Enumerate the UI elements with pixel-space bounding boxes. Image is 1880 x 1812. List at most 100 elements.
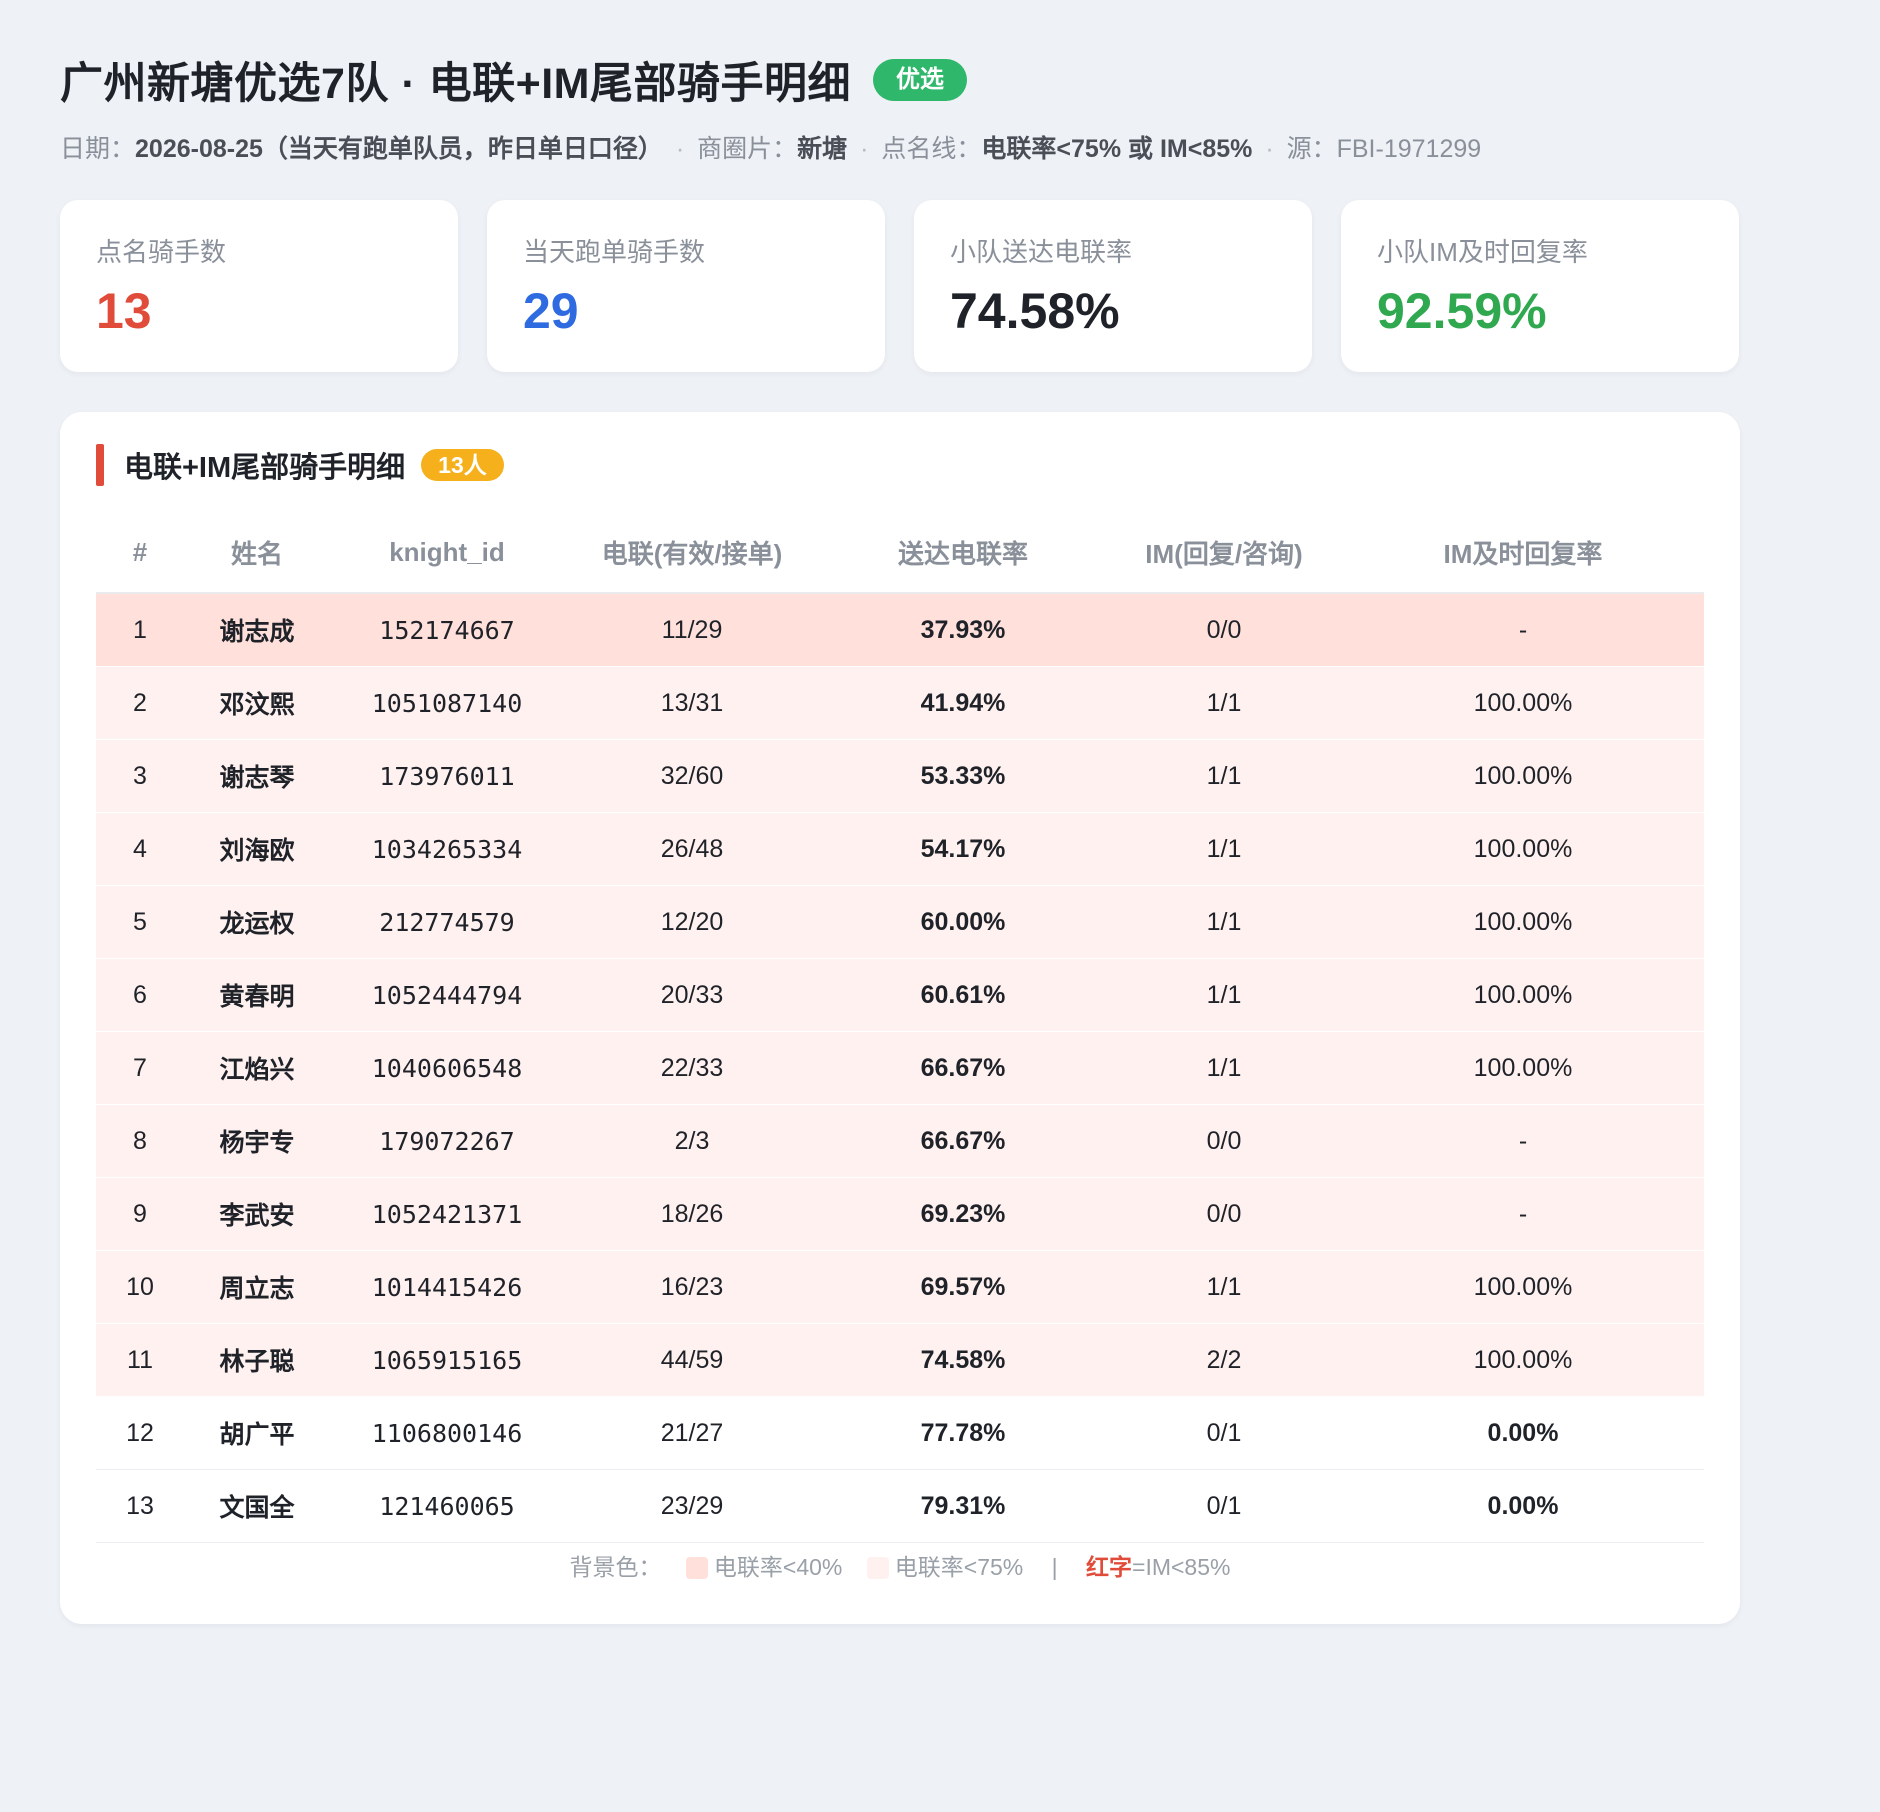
table-row: 2 邓汶熙 1051087140 13/31 41.94% 1/1 100.00% <box>96 666 1704 740</box>
threshold-value: 电联率<75% 或 IM<85% <box>981 135 1253 163</box>
cell-call-rate: 60.00% <box>820 885 1106 959</box>
kpi-label: 点名骑手数 <box>96 237 227 267</box>
cell-call-rate: 74.58% <box>820 1323 1106 1397</box>
cell-knight-id: 1052444794 <box>330 958 564 1032</box>
threshold-label: 点名线： <box>881 135 982 163</box>
cell-knight-id: 1040606548 <box>330 1031 564 1105</box>
kpi-card-called-riders: 点名骑手数 13 <box>60 200 458 372</box>
meta-separator: · <box>1265 135 1274 163</box>
source-label: 源： <box>1286 135 1337 163</box>
cell-calls: 18/26 <box>564 1177 820 1251</box>
report-meta-line: 日期：2026-08-25（当天有跑单队员，昨日单日口径） · 商圈片：新塘 ·… <box>60 132 1740 166</box>
cell-im-rate: 100.00% <box>1342 739 1704 813</box>
count-badge: 13人 <box>421 449 504 481</box>
accent-bar <box>96 444 104 486</box>
kpi-value: 13 <box>96 283 152 339</box>
cell-name: 刘海欧 <box>184 812 330 886</box>
legend-red-rule: =IM<85% <box>1132 1554 1231 1580</box>
cell-calls: 12/20 <box>564 885 820 959</box>
col-header-im: IM(回复/咨询) <box>1106 512 1342 594</box>
cell-calls: 11/29 <box>564 593 820 667</box>
table-row: 9 李武安 1052421371 18/26 69.23% 0/0- <box>96 1177 1704 1251</box>
cell-calls: 2/3 <box>564 1104 820 1178</box>
cell-calls: 20/33 <box>564 958 820 1032</box>
kpi-cards: 点名骑手数 13 当天跑单骑手数 29 小队送达电联率 74.58% 小队IM及… <box>60 200 1740 374</box>
cell-name: 黄春明 <box>184 958 330 1032</box>
cell-knight-id: 1051087140 <box>330 666 564 740</box>
cell-knight-id: 152174667 <box>330 593 564 667</box>
table-row: 11 林子聪 1065915165 44/59 74.58% 2/2 100.00% <box>96 1323 1704 1397</box>
table-row: 10 周立志 1014415426 16/23 69.57% 1/1 100.00% <box>96 1250 1704 1324</box>
cell-calls: 21/27 <box>564 1396 820 1470</box>
kpi-card-im-rate: 小队IM及时回复率 92.59% <box>1341 200 1739 372</box>
cell-im-rate: 100.00% <box>1342 1323 1704 1397</box>
cell-index: 6 <box>96 958 184 1032</box>
table-row: 3 谢志琴 173976011 32/60 53.33% 1/1 100.00% <box>96 739 1704 813</box>
cell-index: 12 <box>96 1396 184 1470</box>
cell-im: 0/0 <box>1106 1177 1342 1251</box>
meta-separator: · <box>675 135 685 163</box>
cell-knight-id: 1052421371 <box>330 1177 564 1251</box>
cell-call-rate: 37.93% <box>820 593 1106 667</box>
cell-index: 3 <box>96 739 184 813</box>
cell-knight-id: 121460065 <box>330 1469 564 1543</box>
cell-call-rate: 53.33% <box>820 739 1106 813</box>
col-header-call-rate: 送达电联率 <box>820 512 1106 594</box>
table-row: 6 黄春明 1052444794 20/33 60.61% 1/1 100.00% <box>96 958 1704 1032</box>
kpi-value: 74.58% <box>950 283 1120 339</box>
rider-table: # 姓名 knight_id 电联(有效/接单) 送达电联率 IM(回复/咨询)… <box>96 512 1704 1543</box>
cell-im-rate: 100.00% <box>1342 958 1704 1032</box>
cell-im: 2/2 <box>1106 1323 1342 1397</box>
legend-swatch-severe <box>685 1557 708 1579</box>
col-header-knight-id: knight_id <box>330 512 564 594</box>
panel-title: 电联+IM尾部骑手明细 <box>124 452 406 484</box>
cell-index: 10 <box>96 1250 184 1324</box>
cell-calls: 22/33 <box>564 1031 820 1105</box>
cell-calls: 26/48 <box>564 812 820 886</box>
date-value: 2026-08-25（当天有跑单队员，昨日单日口径） <box>135 135 663 163</box>
cell-name: 文国全 <box>184 1469 330 1543</box>
table-row: 1 谢志成 152174667 11/29 37.93% 0/0- <box>96 593 1704 667</box>
cell-call-rate: 69.57% <box>820 1250 1106 1324</box>
cell-calls: 23/29 <box>564 1469 820 1543</box>
cell-knight-id: 212774579 <box>330 885 564 959</box>
cell-im-rate: 100.00% <box>1342 885 1704 959</box>
table-row: 4 刘海欧 1034265334 26/48 54.17% 1/1 100.00% <box>96 812 1704 886</box>
panel-header: 电联+IM尾部骑手明细 13人 <box>96 444 504 486</box>
cell-knight-id: 1014415426 <box>330 1250 564 1324</box>
cell-im-rate: - <box>1342 593 1704 667</box>
cell-im: 0/1 <box>1106 1469 1342 1543</box>
cell-calls: 32/60 <box>564 739 820 813</box>
cell-knight-id: 1106800146 <box>330 1396 564 1470</box>
cell-knight-id: 1065915165 <box>330 1323 564 1397</box>
cell-call-rate: 77.78% <box>820 1396 1106 1470</box>
cell-im: 0/1 <box>1106 1396 1342 1470</box>
legend-prefix: 背景色： <box>569 1554 662 1580</box>
cell-index: 13 <box>96 1469 184 1543</box>
area-value: 新塘 <box>797 135 848 163</box>
cell-knight-id: 173976011 <box>330 739 564 813</box>
cell-name: 周立志 <box>184 1250 330 1324</box>
kpi-card-active-riders: 当天跑单骑手数 29 <box>487 200 885 372</box>
table-header-row: # 姓名 knight_id 电联(有效/接单) 送达电联率 IM(回复/咨询)… <box>96 512 1704 594</box>
meta-separator: · <box>860 135 869 163</box>
cell-im-rate: 100.00% <box>1342 666 1704 740</box>
cell-im: 1/1 <box>1106 1250 1342 1324</box>
source-value: FBI-1971299 <box>1336 135 1482 163</box>
cell-im: 1/1 <box>1106 958 1342 1032</box>
legend-separator: | <box>1051 1554 1058 1580</box>
cell-im: 1/1 <box>1106 812 1342 886</box>
cell-name: 李武安 <box>184 1177 330 1251</box>
cell-call-rate: 66.67% <box>820 1031 1106 1105</box>
cell-index: 8 <box>96 1104 184 1178</box>
title-row: 广州新塘优选7队 · 电联+IM尾部骑手明细 优选 <box>60 52 1740 108</box>
legend-label-warning: 电联率<75% <box>894 1554 1024 1580</box>
cell-name: 胡广平 <box>184 1396 330 1470</box>
cell-im-rate: 100.00% <box>1342 812 1704 886</box>
cell-index: 4 <box>96 812 184 886</box>
cell-calls: 13/31 <box>564 666 820 740</box>
cell-im: 1/1 <box>1106 739 1342 813</box>
date-label: 日期： <box>60 135 136 163</box>
cell-index: 1 <box>96 593 184 667</box>
youxuan-badge: 优选 <box>873 59 968 101</box>
